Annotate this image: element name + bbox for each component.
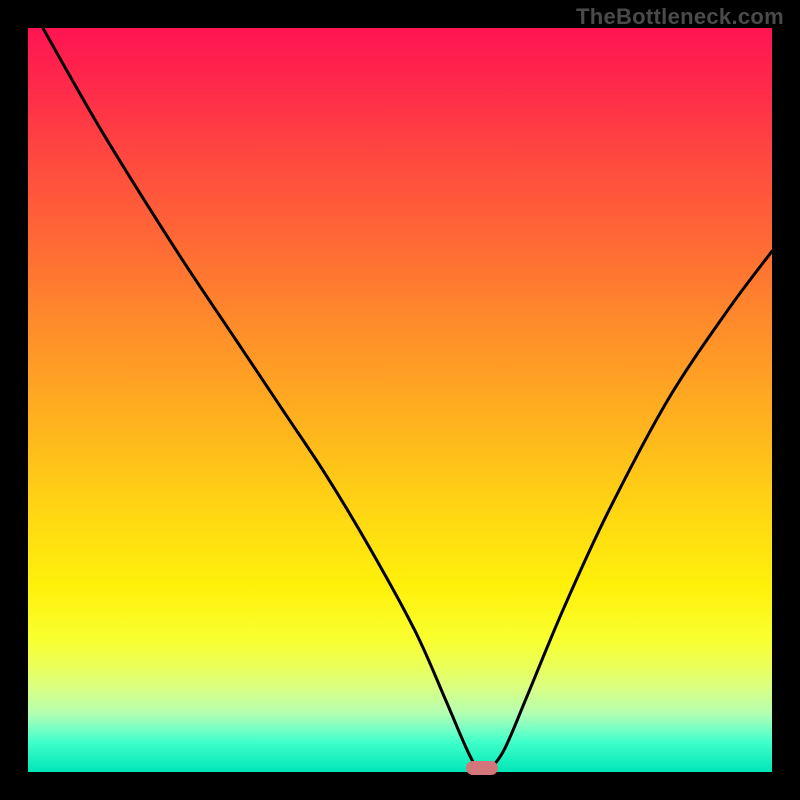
watermark-text: TheBottleneck.com bbox=[576, 4, 784, 30]
bottleneck-curve-path bbox=[43, 28, 772, 771]
curve-svg bbox=[28, 28, 772, 772]
optimal-marker bbox=[466, 761, 498, 775]
plot-area bbox=[28, 28, 772, 772]
chart-frame: TheBottleneck.com bbox=[0, 0, 800, 800]
